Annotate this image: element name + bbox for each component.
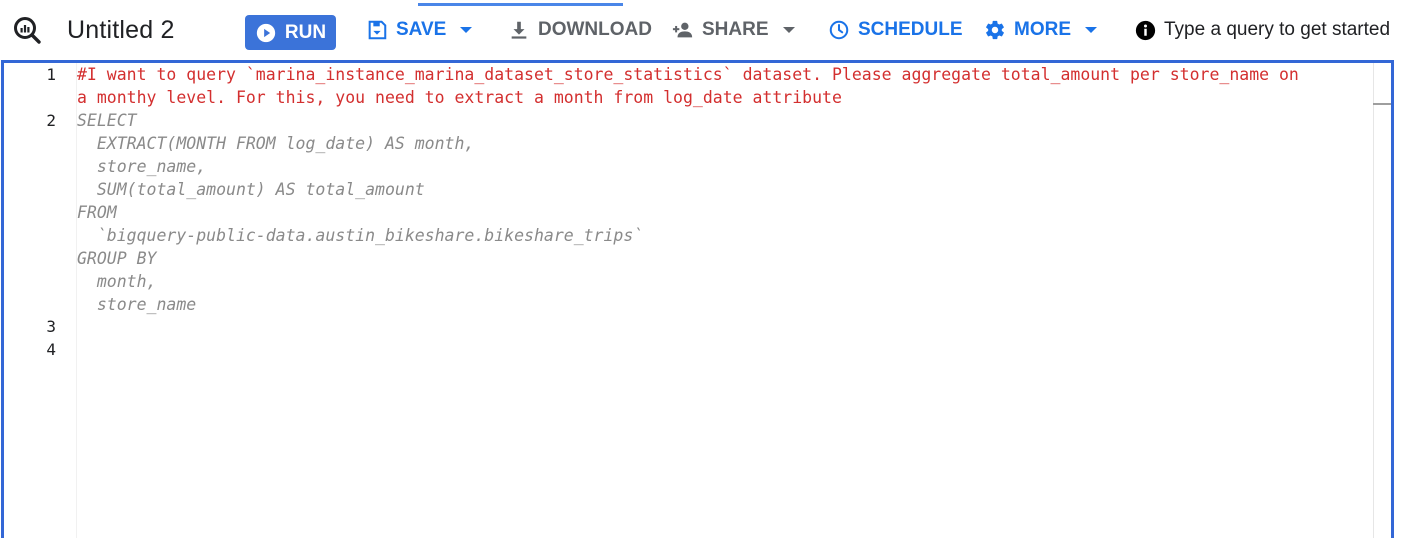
suggestion-line: `bigquery-public-data.austin_bikeshare.b…	[77, 226, 644, 245]
chevron-down-icon	[782, 27, 795, 33]
line-number: 4	[46, 340, 56, 359]
scrollbar-thumb[interactable]	[1373, 103, 1391, 105]
suggestion-line: FROM	[77, 203, 117, 222]
share-label: SHARE	[702, 19, 769, 40]
query-toolbar: Untitled 2 RUN SAVE DOWNLOAD SHARE SCHED…	[0, 0, 1408, 60]
share-button[interactable]: SHARE	[672, 0, 795, 60]
suggestion-line: store_name,	[77, 157, 207, 176]
line-number: 3	[46, 317, 56, 336]
download-button[interactable]: DOWNLOAD	[508, 0, 652, 60]
comment-line: #I want to query `marina_instance_marina…	[77, 65, 1299, 84]
download-label: DOWNLOAD	[538, 19, 652, 40]
gear-icon	[986, 20, 1004, 40]
comment-line: a monthy level. For this, you need to ex…	[77, 88, 842, 107]
hint-text: Type a query to get started	[1164, 19, 1391, 40]
suggestion-line: SELECT	[77, 111, 137, 130]
schedule-label: SCHEDULE	[858, 19, 963, 40]
more-button[interactable]: MORE	[984, 0, 1097, 60]
download-icon	[511, 21, 527, 39]
line-number: 1	[46, 65, 56, 84]
chevron-down-icon	[460, 27, 473, 33]
run-button[interactable]: RUN	[245, 15, 336, 50]
run-label: RUN	[284, 21, 327, 43]
chevron-down-icon	[1085, 27, 1097, 33]
play-circle-icon	[256, 23, 276, 42]
suggestion-line: EXTRACT(MONTH FROM log_date) AS month,	[77, 134, 475, 153]
query-hint: Type a query to get started	[1135, 0, 1390, 60]
suggestion-line: GROUP BY	[77, 249, 157, 268]
line-number-gutter: 1 2 3 4	[4, 63, 76, 538]
info-icon	[1135, 20, 1156, 40]
sql-editor[interactable]: 1 2 3 4 #I want to query `marina_instanc…	[1, 60, 1394, 538]
query-title[interactable]: Untitled 2	[67, 0, 175, 60]
schedule-button[interactable]: SCHEDULE	[828, 0, 963, 60]
more-label: MORE	[1014, 19, 1071, 40]
save-button[interactable]: SAVE	[366, 0, 473, 60]
line-number: 2	[46, 111, 56, 130]
suggestion-line: SUM(total_amount) AS total_amount	[77, 180, 425, 199]
clock-icon	[829, 20, 849, 40]
suggestion-line: store_name	[77, 295, 197, 314]
code-area[interactable]: #I want to query `marina_instance_marina…	[77, 63, 1391, 538]
suggestion-line: month,	[77, 272, 157, 291]
save-label: SAVE	[396, 19, 447, 40]
vertical-scrollbar[interactable]	[1373, 63, 1391, 538]
save-icon	[368, 20, 387, 40]
query-search-icon	[12, 0, 44, 60]
person-add-icon	[672, 22, 693, 38]
